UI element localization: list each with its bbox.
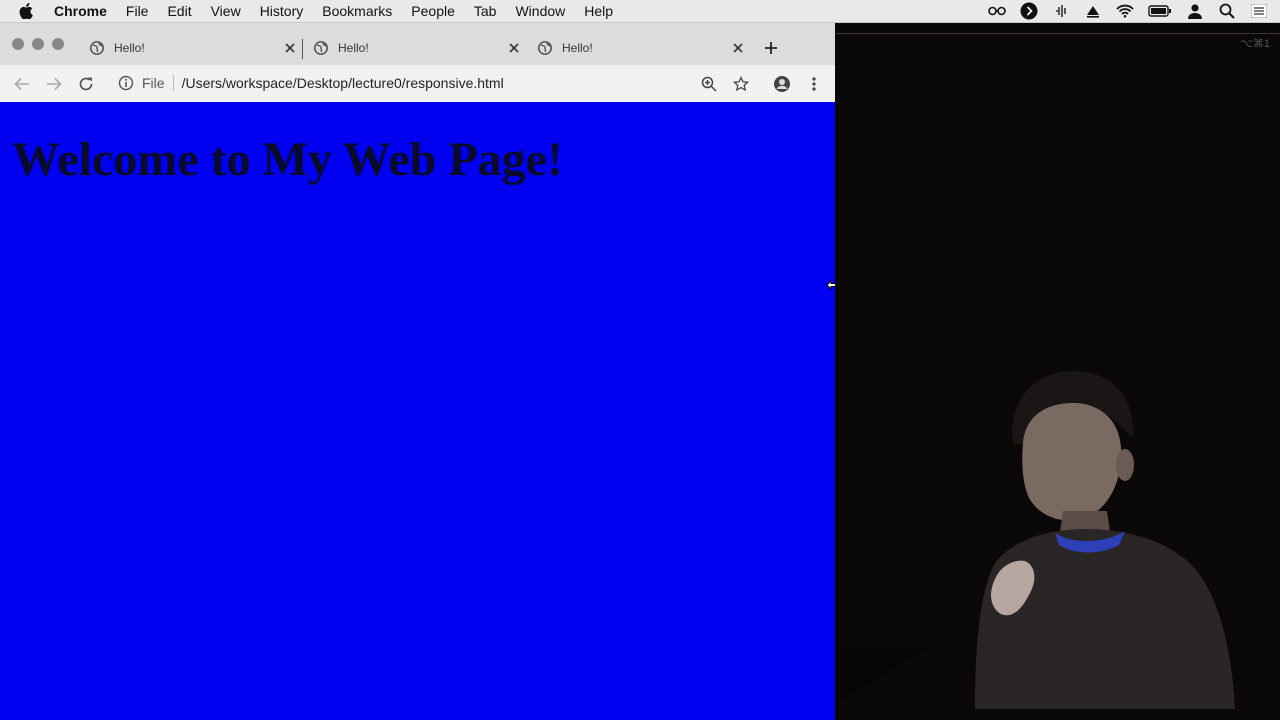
omnibox-divider (172, 75, 174, 91)
tab-1[interactable]: Hello! (82, 33, 302, 63)
menu-window[interactable]: Window (515, 3, 565, 19)
arrow-left-icon (14, 77, 29, 91)
status-area (988, 0, 1268, 22)
glasses-icon[interactable] (988, 3, 1006, 19)
address-bar[interactable]: File /Users/workspace/Desktop/lecture0/r… (112, 70, 692, 96)
apple-menu-icon[interactable] (18, 3, 34, 19)
reload-button[interactable] (76, 74, 96, 94)
shortcut-hint: ⌥⌘1 (1240, 38, 1270, 50)
tab-3[interactable]: Hello! (530, 33, 750, 63)
display-edge (835, 33, 1280, 34)
wifi-icon[interactable] (1116, 3, 1134, 19)
search-icon[interactable] (1218, 3, 1236, 19)
menu-chrome[interactable]: Chrome (54, 3, 107, 19)
menu-tab[interactable]: Tab (474, 3, 497, 19)
new-tab-button[interactable] (761, 38, 781, 58)
zoom-in-icon (701, 76, 717, 92)
minimize-window-button[interactable] (32, 38, 44, 50)
close-tab-icon[interactable] (282, 40, 298, 56)
url-scheme: File (142, 75, 165, 91)
tab-strip: Hello! Hello! Hello! (0, 23, 835, 65)
account-icon (774, 76, 790, 92)
battery-icon[interactable] (1148, 3, 1172, 19)
globe-icon (314, 41, 328, 55)
browser-toolbar: File /Users/workspace/Desktop/lecture0/r… (0, 65, 835, 103)
audio-icon[interactable] (1052, 3, 1070, 19)
menu-view[interactable]: View (211, 3, 241, 19)
tab-title: Hello! (562, 41, 593, 55)
list-icon[interactable] (1250, 3, 1268, 19)
close-window-button[interactable] (12, 38, 24, 50)
speaker-image (975, 371, 1235, 709)
zoom-window-button[interactable] (52, 38, 64, 50)
forward-button[interactable] (44, 74, 64, 94)
menu-history[interactable]: History (260, 3, 304, 19)
back-button[interactable] (12, 74, 32, 94)
menu-file[interactable]: File (126, 3, 149, 19)
window-controls (12, 38, 64, 50)
page-heading: Welcome to My Web Page! (12, 133, 563, 186)
menu-help[interactable]: Help (584, 3, 613, 19)
tab-title: Hello! (338, 41, 369, 55)
menu-edit[interactable]: Edit (167, 3, 191, 19)
user-icon[interactable] (1186, 3, 1204, 19)
close-tab-icon[interactable] (730, 40, 746, 56)
menu-bookmarks[interactable]: Bookmarks (322, 3, 392, 19)
globe-icon (538, 41, 552, 55)
menu-button[interactable] (804, 74, 824, 94)
menu-people[interactable]: People (411, 3, 455, 19)
airplay-icon[interactable] (1084, 3, 1102, 19)
close-tab-icon[interactable] (506, 40, 522, 56)
profile-button[interactable] (772, 74, 792, 94)
arrow-right-icon (47, 77, 62, 91)
tab-2[interactable]: Hello! (306, 33, 526, 63)
url-text[interactable]: /Users/workspace/Desktop/lecture0/respon… (182, 75, 504, 91)
browser-window: Hello! Hello! Hello! File /Users/workspa… (0, 23, 835, 720)
tab-separator (302, 39, 303, 59)
plus-icon (765, 42, 777, 54)
star-icon (733, 76, 749, 92)
menu-bar: Chrome File Edit View History Bookmarks … (0, 0, 1280, 23)
reload-icon (79, 77, 93, 91)
globe-icon (90, 41, 104, 55)
more-vert-icon (812, 77, 816, 91)
video-feed: ⌥⌘1 (835, 23, 1280, 720)
laptop-edge (835, 648, 928, 704)
tab-title: Hello! (114, 41, 145, 55)
bookmark-button[interactable] (731, 74, 751, 94)
page-content: Welcome to My Web Page! (0, 102, 835, 720)
play-circle-icon[interactable] (1020, 2, 1038, 20)
zoom-button[interactable] (699, 74, 719, 94)
info-icon[interactable] (118, 75, 134, 91)
